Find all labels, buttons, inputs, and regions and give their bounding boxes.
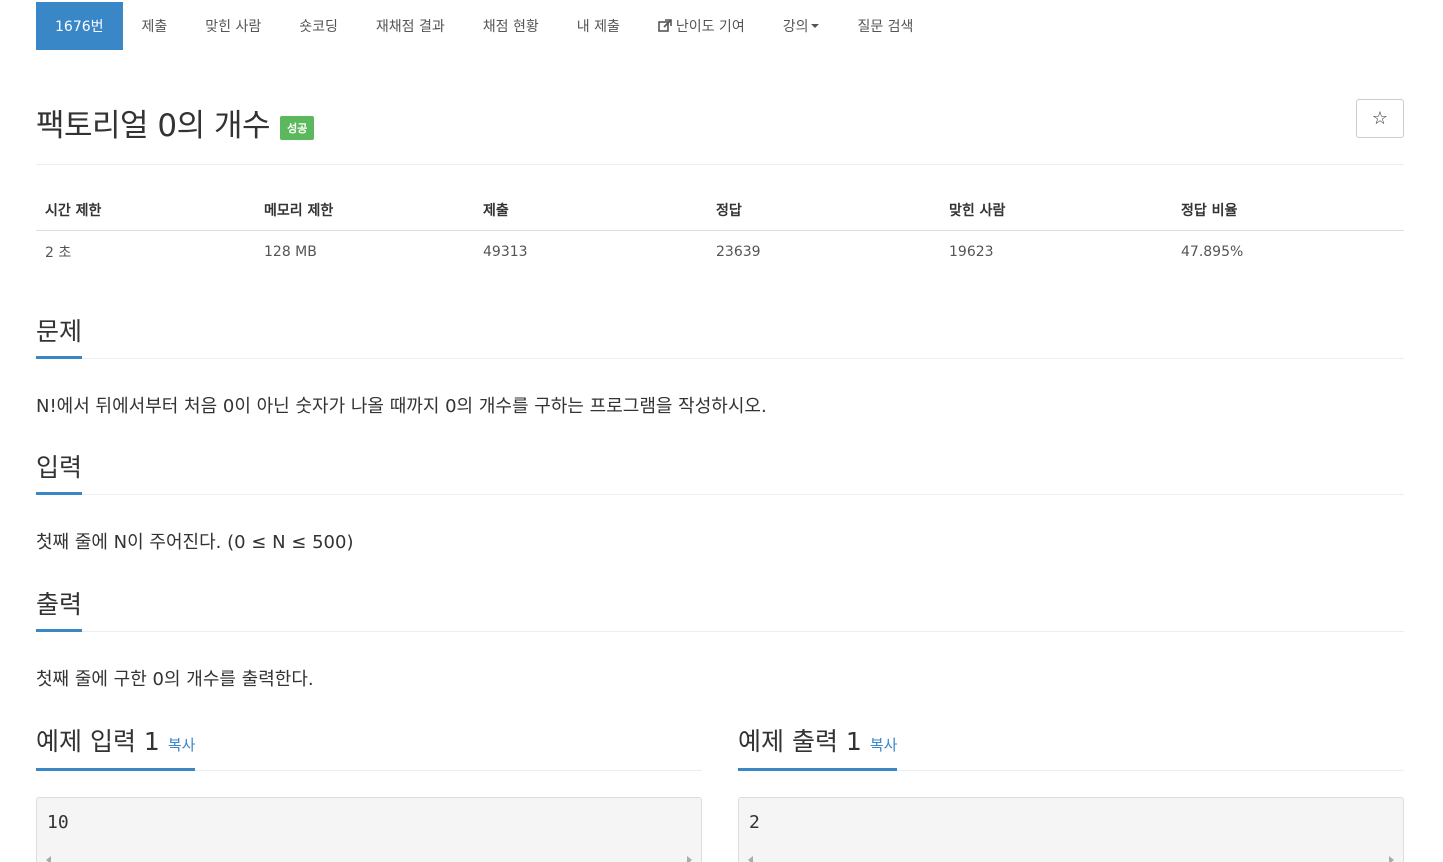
scroll-left-icon[interactable] — [748, 856, 753, 862]
sample-input-title-wrap: 예제 입력 1 복사 — [36, 722, 196, 771]
sample-input-value: 10 — [47, 812, 69, 833]
header-memory-limit: 메모리 제한 — [255, 190, 474, 231]
nav-item-my-submissions[interactable]: 내 제출 — [558, 2, 639, 50]
input-section-header: 입력 — [36, 448, 1404, 495]
nav-item-difficulty[interactable]: 난이도 기여 — [639, 2, 764, 50]
status-badge: 성공 — [280, 115, 315, 140]
output-section-title: 출력 — [36, 585, 83, 632]
value-memory-limit: 128 MB — [264, 243, 317, 260]
external-link-icon — [658, 19, 672, 32]
value-time-limit: 2 초 — [45, 244, 72, 261]
table-row: 2 초 128 MB 49313 23639 19623 47.895% — [36, 230, 1404, 273]
header-accepted: 정답 — [707, 190, 940, 231]
sample-output-box[interactable]: 2 — [738, 797, 1404, 862]
sample-input-title: 예제 입력 1 — [36, 727, 160, 756]
sample-input-header: 예제 입력 1 복사 — [36, 722, 702, 771]
copy-input-button[interactable]: 복사 — [168, 736, 196, 754]
nav-item-problem[interactable]: 1676번 — [36, 2, 123, 50]
sample-input-box[interactable]: 10 — [36, 797, 702, 862]
scroll-left-icon[interactable] — [46, 856, 51, 862]
nav-item-question-search[interactable]: 질문 검색 — [838, 2, 932, 50]
favorite-star-button[interactable]: ☆ — [1356, 99, 1404, 138]
nav-item-solvers[interactable]: 맞힌 사람 — [186, 2, 280, 50]
sample-output-title-wrap: 예제 출력 1 복사 — [738, 722, 898, 771]
problem-description: N!에서 뒤에서부터 처음 0이 아닌 숫자가 나올 때까지 0의 개수를 구하… — [36, 396, 767, 417]
header-time-limit: 시간 제한 — [36, 190, 255, 231]
nav-item-lecture-label: 강의 — [782, 19, 809, 35]
output-section-header: 출력 — [36, 585, 1404, 632]
page-title: 팩토리얼 0의 개수 — [36, 108, 271, 144]
sample-output-title: 예제 출력 1 — [738, 727, 862, 756]
value-accepted: 23639 — [716, 243, 761, 260]
output-description: 첫째 줄에 구한 0의 개수를 출력한다. — [36, 669, 314, 690]
header-accept-rate: 정답 비율 — [1172, 190, 1404, 231]
copy-output-button[interactable]: 복사 — [870, 736, 898, 754]
problem-info-table: 시간 제한 메모리 제한 제출 정답 맞힌 사람 정답 비율 2 초 128 M… — [36, 190, 1404, 273]
nav-item-short-coding[interactable]: 숏코딩 — [280, 2, 357, 50]
nav-item-submit[interactable]: 제출 — [123, 2, 187, 50]
header-solvers: 맞힌 사람 — [940, 190, 1172, 231]
problem-section-title: 문제 — [36, 312, 83, 359]
nav-item-difficulty-label: 난이도 기여 — [675, 19, 745, 35]
problem-nav: 1676번 제출 맞힌 사람 숏코딩 재채점 결과 채점 현황 내 제출 난이도… — [36, 2, 932, 50]
problem-title-row: 팩토리얼 0의 개수 성공 — [36, 100, 315, 145]
nav-item-rejudge[interactable]: 재채점 결과 — [357, 2, 464, 50]
input-section-title: 입력 — [36, 448, 83, 495]
star-icon: ☆ — [1371, 108, 1389, 129]
table-header-row: 시간 제한 메모리 제한 제출 정답 맞힌 사람 정답 비율 — [36, 190, 1404, 231]
value-solvers: 19623 — [949, 243, 994, 260]
value-submissions: 49313 — [483, 243, 528, 260]
caret-down-icon — [811, 24, 820, 28]
header-submissions: 제출 — [474, 190, 707, 231]
nav-item-lecture[interactable]: 강의 — [764, 2, 839, 50]
value-accept-rate: 47.895% — [1181, 243, 1244, 260]
title-divider — [36, 164, 1404, 165]
sample-output-value: 2 — [749, 812, 760, 833]
nav-item-status[interactable]: 채점 현황 — [464, 2, 558, 50]
scroll-right-icon[interactable] — [687, 856, 692, 862]
sample-output-header: 예제 출력 1 복사 — [738, 722, 1404, 771]
input-description: 첫째 줄에 N이 주어진다. (0 ≤ N ≤ 500) — [36, 532, 354, 553]
problem-section-header: 문제 — [36, 312, 1404, 359]
scroll-right-icon[interactable] — [1389, 856, 1394, 862]
